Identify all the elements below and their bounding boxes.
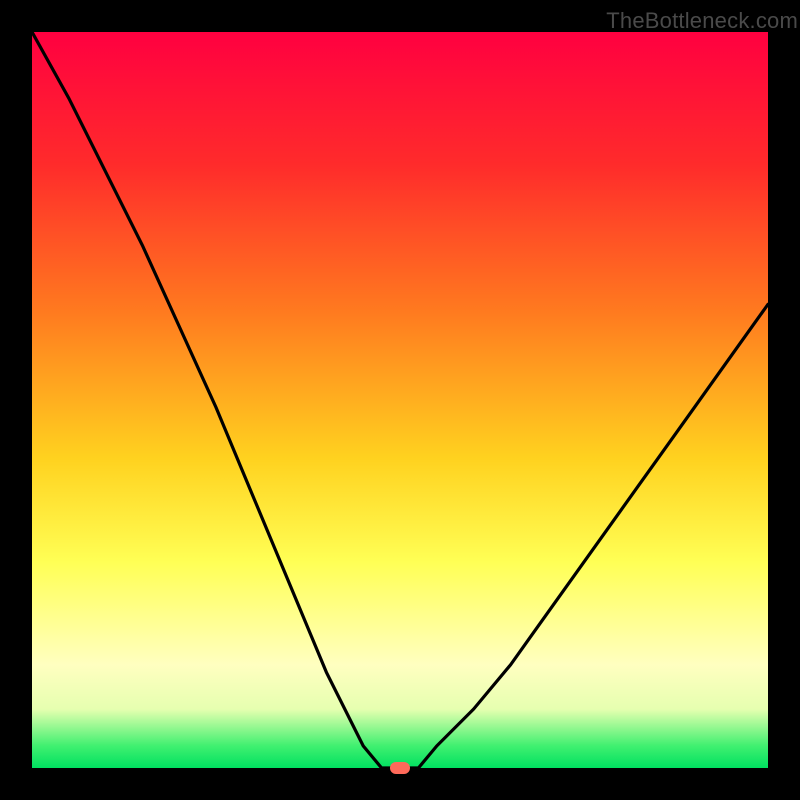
chart-frame: TheBottleneck.com <box>0 0 800 800</box>
plot-area <box>32 32 768 768</box>
bottleneck-curve <box>32 32 768 768</box>
min-point-marker <box>390 762 410 774</box>
watermark-text: TheBottleneck.com <box>606 8 798 34</box>
